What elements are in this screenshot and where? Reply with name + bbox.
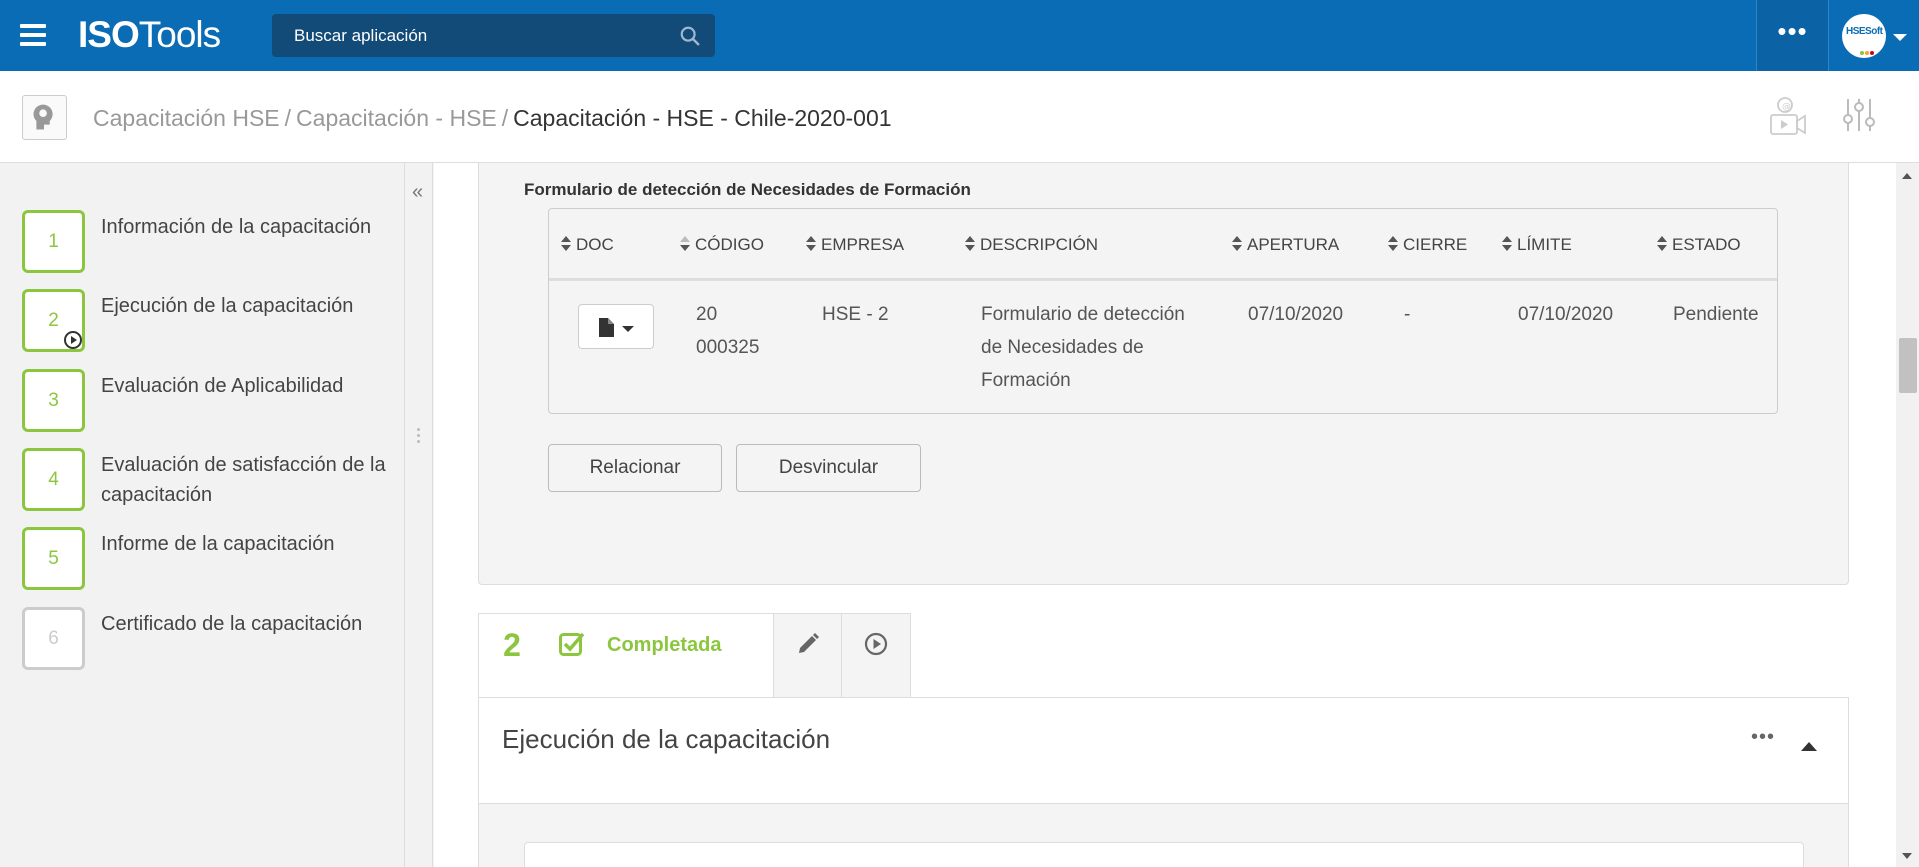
- run-step-button[interactable]: [842, 613, 911, 699]
- execution-section: Ejecución de la capacitación •••: [478, 697, 1849, 867]
- edit-step-button[interactable]: [773, 613, 842, 699]
- vertical-scrollbar[interactable]: [1896, 163, 1919, 867]
- document-menu-button[interactable]: [578, 304, 654, 349]
- sort-icon: [679, 235, 691, 253]
- more-options-button[interactable]: •••: [1756, 0, 1829, 71]
- step-number: 1: [22, 210, 85, 273]
- table-header: DOC CÓDIGO EMPRESA DESCRIPCIÓN APERTURA …: [549, 209, 1777, 281]
- step-tab-bar: 2 Completada: [478, 613, 911, 699]
- play-icon: [64, 331, 82, 349]
- scroll-down-arrow[interactable]: [1902, 853, 1912, 859]
- column-header-doc[interactable]: DOC: [560, 235, 614, 255]
- form-title: Formulario de detección de Necesidades d…: [524, 180, 971, 199]
- sort-icon: [805, 235, 817, 253]
- breadcrumb: Capacitación HSE / Capacitación - HSE / Capa…: [93, 105, 892, 131]
- sort-icon: [1501, 235, 1513, 253]
- form-panel: Formulario de detección de Necesidades d…: [478, 163, 1849, 585]
- unlink-button[interactable]: Desvincular: [736, 444, 921, 492]
- step-label: Evaluación de Aplicabilidad: [101, 375, 344, 397]
- settings-sliders-icon[interactable]: [1842, 97, 1876, 133]
- cell-limite: 07/10/2020: [1518, 304, 1614, 325]
- section-card: [524, 842, 1804, 867]
- sidebar-splitter[interactable]: «: [405, 163, 433, 867]
- step-label: Informe de la capacitación: [101, 533, 335, 555]
- column-header-codigo[interactable]: CÓDIGO: [679, 235, 764, 255]
- column-header-estado[interactable]: ESTADO: [1656, 235, 1741, 255]
- section-title: Ejecución de la capacitación: [502, 724, 831, 754]
- column-header-descripcion[interactable]: DESCRIPCIÓN: [964, 235, 1098, 255]
- sidebar-step-4[interactable]: 4 Evaluación de satisfacción de la capac…: [22, 448, 402, 514]
- column-header-apertura[interactable]: APERTURA: [1231, 235, 1339, 255]
- chevron-down-icon[interactable]: [1893, 34, 1907, 41]
- avatar-dots: [1860, 42, 1875, 58]
- collapse-sidebar-button[interactable]: «: [412, 181, 423, 204]
- step-number: 5: [22, 527, 85, 590]
- step-label: Certificado de la capacitación: [101, 613, 363, 635]
- column-header-limite[interactable]: LÍMITE: [1501, 235, 1572, 255]
- main-content: Formulario de detección de Necesidades d…: [434, 163, 1896, 867]
- module-icon[interactable]: [22, 95, 67, 140]
- search-input[interactable]: [272, 14, 672, 57]
- checkbox-checked-icon: [559, 632, 585, 656]
- page-title: Capacitación - HSE - Chile-2020-001: [513, 105, 892, 131]
- sort-icon: [560, 235, 572, 253]
- sidebar: 1 Información de la capacitación 2 Ejecu…: [0, 163, 405, 867]
- cell-descripcion: Formulario de detección de Necesidades de…: [981, 304, 1185, 391]
- step-label: Ejecución de la capacitación: [101, 295, 354, 317]
- play-circle-icon: [864, 632, 888, 656]
- search-icon[interactable]: [679, 25, 701, 47]
- pencil-icon: [799, 633, 819, 653]
- step-status-tab: Completada: [545, 613, 773, 699]
- avatar-text: HSESoft: [1846, 26, 1883, 37]
- sort-icon: [1656, 235, 1668, 253]
- relate-button[interactable]: Relacionar: [548, 444, 722, 492]
- cell-codigo: 20 000325: [696, 304, 760, 358]
- sort-icon: [1387, 235, 1399, 253]
- drag-handle-icon[interactable]: [417, 428, 420, 446]
- breadcrumb-bar: Capacitación HSE / Capacitación - HSE / Capa…: [0, 71, 1919, 163]
- breadcrumb-item[interactable]: Capacitación HSE: [93, 105, 280, 131]
- app-logo[interactable]: ISOTools: [78, 13, 221, 57]
- cell-empresa: HSE - 2: [822, 304, 889, 325]
- forms-table: DOC CÓDIGO EMPRESA DESCRIPCIÓN APERTURA …: [548, 208, 1778, 414]
- file-icon: [599, 318, 614, 337]
- sidebar-step-3[interactable]: 3 Evaluación de Aplicabilidad: [22, 369, 402, 435]
- cell-estado: Pendiente: [1673, 304, 1759, 325]
- sort-icon: [964, 235, 976, 253]
- chevron-down-icon: [622, 326, 634, 332]
- breadcrumb-item[interactable]: Capacitación - HSE: [296, 105, 497, 131]
- scrollbar-thumb[interactable]: [1899, 338, 1917, 393]
- step-label: Información de la capacitación: [101, 216, 372, 238]
- video-help-icon[interactable]: @: [1768, 95, 1808, 137]
- column-header-cierre[interactable]: CIERRE: [1387, 235, 1467, 255]
- cell-apertura: 07/10/2020: [1248, 304, 1344, 325]
- step-number: 3: [22, 369, 85, 432]
- chevron-up-icon[interactable]: [1801, 742, 1817, 751]
- scroll-up-arrow[interactable]: [1902, 173, 1912, 179]
- svg-text:@: @: [1782, 102, 1791, 112]
- sidebar-step-1[interactable]: 1 Información de la capacitación: [22, 210, 402, 276]
- section-body: [479, 804, 1848, 867]
- step-number: 4: [22, 448, 85, 511]
- cell-cierre: -: [1404, 304, 1411, 325]
- sidebar-step-5[interactable]: 5 Informe de la capacitación: [22, 527, 402, 593]
- menu-icon[interactable]: [20, 24, 46, 46]
- section-more-button[interactable]: •••: [1751, 726, 1775, 749]
- sidebar-step-6[interactable]: 6 Certificado de la capacitación: [22, 607, 402, 673]
- sidebar-step-2[interactable]: 2 Ejecución de la capacitación: [22, 289, 402, 355]
- step-number: 6: [22, 607, 85, 670]
- section-header: Ejecución de la capacitación •••: [479, 698, 1848, 804]
- step-number-tab: 2: [478, 613, 545, 699]
- sort-icon: [1231, 235, 1243, 253]
- column-header-empresa[interactable]: EMPRESA: [805, 235, 904, 255]
- avatar[interactable]: HSESoft: [1842, 14, 1886, 58]
- search-box: [272, 14, 715, 57]
- step-status: Completada: [607, 634, 722, 656]
- top-bar: ISOTools ••• HSESoft: [0, 0, 1919, 71]
- step-label: Evaluación de satisfacción de la capacit…: [101, 454, 386, 506]
